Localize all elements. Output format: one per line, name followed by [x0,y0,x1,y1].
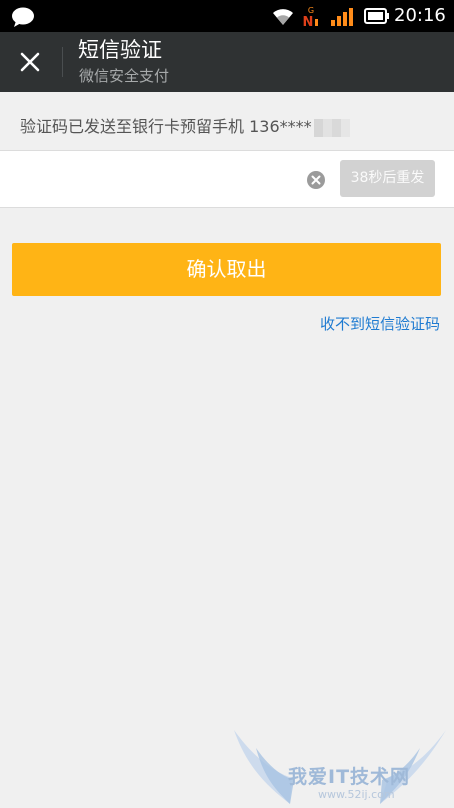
watermark-url: www.52ij.com [318,788,395,801]
svg-text:G: G [308,6,314,15]
sms-sent-notice: 验证码已发送至银行卡预留手机 136**** [20,116,350,138]
page-title: 短信验证 [78,38,162,62]
battery-icon [364,8,389,24]
page-subtitle: 微信安全支付 [79,67,170,85]
status-bar: G N 20:16 [0,0,454,32]
masked-phone-digits [313,118,350,137]
sim-roaming-icon: G N [303,6,318,27]
sms-sent-text: 验证码已发送至银行卡预留手机 136**** [20,117,312,136]
signal-icon [331,8,353,26]
watermark-text: 我爱IT技术网 [288,766,411,788]
sms-code-input[interactable] [14,161,298,197]
confirm-withdraw-button[interactable]: 确认取出 [12,243,441,296]
code-input-row: 38秒后重发 [0,150,454,208]
chat-bubble-icon [12,7,34,27]
resend-button[interactable]: 38秒后重发 [340,160,435,197]
close-icon[interactable] [10,42,50,82]
status-time: 20:16 [394,5,446,26]
title-bar: 短信验证 微信安全支付 [0,32,454,92]
title-divider [62,47,63,77]
no-sms-link[interactable]: 收不到短信验证码 [320,313,440,335]
clear-icon[interactable] [306,170,326,190]
svg-text:N: N [303,15,314,27]
wifi-icon [273,9,293,25]
